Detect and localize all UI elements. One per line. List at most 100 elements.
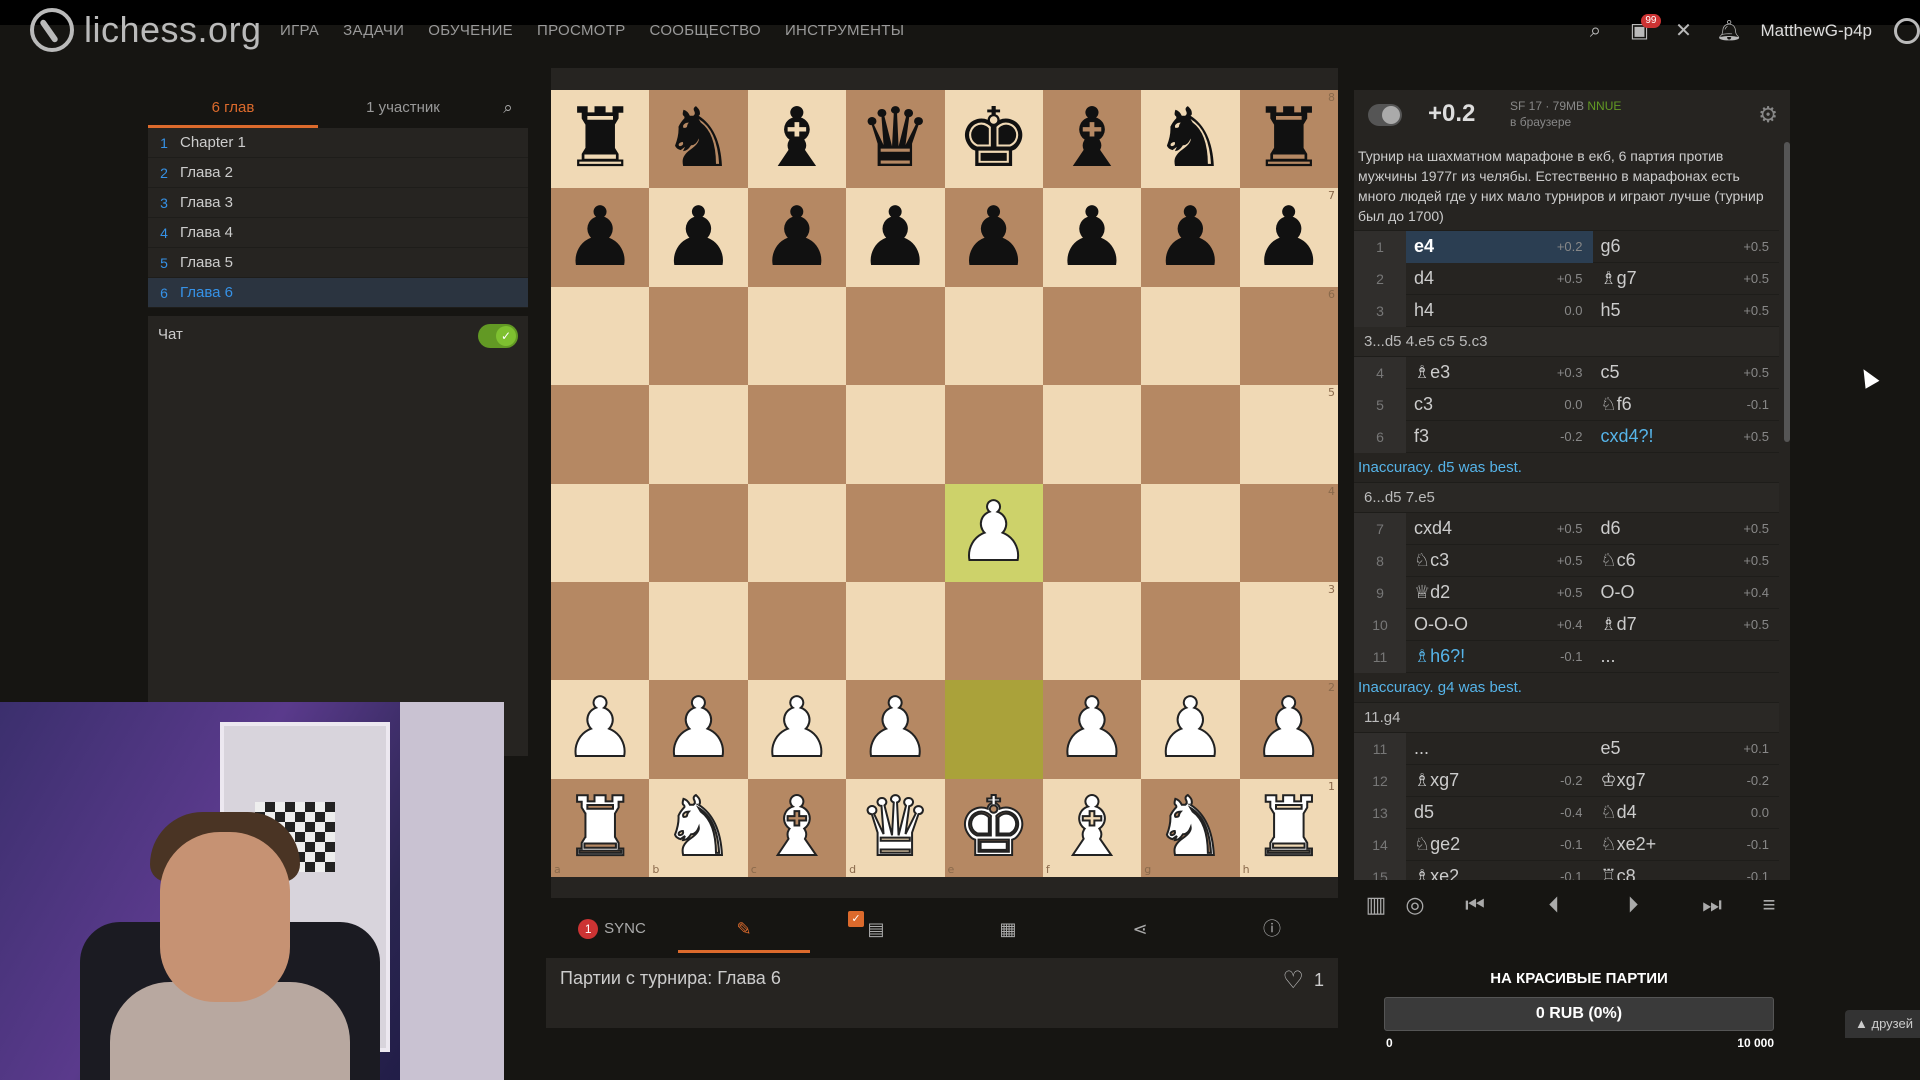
black-pawn-piece[interactable]: ♟ [1252,196,1326,279]
black-move[interactable]: ♗d7 +0.5 [1593,609,1780,641]
square-g4[interactable] [1141,483,1240,582]
black-pawn-piece[interactable]: ♟ [1055,196,1129,279]
square-e5[interactable] [944,385,1043,484]
black-pawn-piece[interactable]: ♟ [1154,196,1228,279]
last-move-icon[interactable]: ⏭ [1676,892,1748,918]
square-g3[interactable] [1141,581,1240,681]
square-e2[interactable] [944,680,1043,779]
square-e4[interactable]: ♟ [944,483,1043,582]
square-b1[interactable]: ♞ b [649,778,748,877]
black-bishop-piece[interactable]: ♝ [760,98,834,180]
site-logo[interactable]: lichess.org [30,8,262,52]
white-move[interactable]: ♗xg7 -0.2 [1406,765,1593,797]
square-f5[interactable] [1042,385,1142,484]
black-pawn-piece[interactable]: ♟ [760,196,834,279]
black-move[interactable]: O-O +0.4 [1593,577,1780,609]
white-bishop-piece[interactable]: ♝ [759,785,835,869]
square-c7[interactable]: ♟ [747,188,847,287]
black-pawn-piece[interactable]: ♟ [662,196,736,279]
square-g7[interactable]: ♟ [1141,188,1240,287]
square-b7[interactable]: ♟ [649,188,748,287]
square-d5[interactable] [846,385,945,484]
square-f6[interactable] [1042,286,1142,386]
black-move[interactable]: h5 +0.5 [1593,295,1780,327]
black-move[interactable]: g6 +0.5 [1593,231,1780,263]
chessboard[interactable]: ♜ ♞ ♝ ♛ ♚ ♝ ♞ ♜ 8 ♟ ♟ ♟ ♟ ♟ ♟ ♟ ♟ 7 6 5 ♟ 4 3 ♟ ♟ ♟ ♟ ♟ ♟ ♟ 2 ♜ a ♞ b ♝ c ♛ d ♚… [551,90,1338,877]
white-move[interactable]: f3 -0.2 [1406,421,1593,453]
white-move[interactable]: ♘c3 +0.5 [1406,545,1593,577]
black-rook-piece[interactable]: ♜ [1252,98,1326,180]
black-queen-piece[interactable]: ♛ [859,98,933,180]
black-king-piece[interactable]: ♚ [957,98,1031,180]
square-f4[interactable] [1042,483,1142,582]
nav-tools[interactable]: ИНСТРУМЕНТЫ [785,22,904,39]
white-move[interactable]: h4 0.0 [1406,295,1593,327]
white-rook-piece[interactable]: ♜ [1251,785,1327,869]
user-avatar[interactable] [1894,18,1920,44]
square-b8[interactable]: ♞ [649,90,748,189]
black-move[interactable]: e5 +0.1 [1593,733,1780,765]
white-pawn-piece[interactable]: ♟ [1251,687,1327,771]
chapter-item[interactable]: 4 Глава 4 [148,218,528,248]
square-h2[interactable]: ♟ 2 [1239,680,1338,779]
square-e3[interactable] [944,581,1043,681]
square-h6[interactable]: 6 [1239,286,1338,386]
share-icon[interactable]: ⋖ [1074,905,1206,953]
white-pawn-piece[interactable]: ♟ [858,687,934,771]
black-move[interactable]: d6 +0.5 [1593,513,1780,545]
white-move[interactable]: ♕d2 +0.5 [1406,577,1593,609]
black-move[interactable]: ♘d4 0.0 [1593,797,1780,829]
like-button[interactable]: ♡ 1 [1282,966,1324,995]
black-move[interactable]: cxd4?! +0.5 [1593,421,1780,453]
username[interactable]: MatthewG-p4p [1761,21,1873,41]
square-a6[interactable] [551,286,650,386]
square-g5[interactable] [1141,385,1240,484]
square-h1[interactable]: ♜ 1 h [1239,778,1338,877]
chapter-item[interactable]: 1 Chapter 1 [148,128,528,158]
square-b3[interactable] [649,581,748,681]
engine-toggle[interactable] [1368,104,1402,126]
square-e8[interactable]: ♚ [944,90,1043,189]
challenge-icon[interactable]: ▣ 99 [1629,14,1661,42]
friends-button[interactable]: ▲ друзей [1845,1010,1920,1038]
square-b5[interactable] [649,385,748,484]
square-f3[interactable] [1042,581,1142,681]
white-pawn-piece[interactable]: ♟ [956,490,1032,574]
white-move[interactable]: d4 +0.5 [1406,263,1593,295]
white-rook-piece[interactable]: ♜ [562,785,638,869]
white-queen-piece[interactable]: ♛ [858,785,934,869]
square-g1[interactable]: ♞ g [1141,778,1240,877]
tab-members[interactable]: 1 участник [318,92,488,128]
square-h5[interactable]: 5 [1239,385,1338,484]
sync-button[interactable]: 1 SYNC [546,905,678,953]
white-move[interactable]: c3 0.0 [1406,389,1593,421]
next-move-icon[interactable]: ⏵ [1590,892,1676,918]
square-a7[interactable]: ♟ [551,188,650,287]
square-f7[interactable]: ♟ [1042,188,1142,287]
square-d3[interactable] [846,581,945,681]
square-d6[interactable] [846,286,945,386]
gear-icon[interactable]: ⚙ [1758,102,1778,128]
white-pawn-piece[interactable]: ♟ [661,687,737,771]
nav-learn[interactable]: ОБУЧЕНИЕ [428,22,513,39]
search-icon[interactable]: ⌕ [1585,20,1607,42]
white-pawn-piece[interactable]: ♟ [562,687,638,771]
square-h4[interactable]: 4 [1239,483,1338,582]
black-move[interactable]: ♖c8 -0.1 [1593,861,1780,880]
square-d2[interactable]: ♟ [846,680,945,779]
book-icon[interactable]: ▥ [1354,892,1398,918]
info-icon[interactable]: ⓘ [1206,905,1338,953]
black-pawn-piece[interactable]: ♟ [859,196,933,279]
nav-play[interactable]: ИГРА [280,22,319,39]
chat-toggle[interactable] [478,324,518,348]
black-move[interactable]: ... [1593,641,1780,673]
first-move-icon[interactable]: ⏮ [1432,892,1518,918]
square-h7[interactable]: ♟ 7 [1239,188,1338,287]
square-f2[interactable]: ♟ [1042,680,1142,779]
white-pawn-piece[interactable]: ♟ [1153,687,1229,771]
white-pawn-piece[interactable]: ♟ [1054,687,1130,771]
square-b4[interactable] [649,483,748,582]
chapter-item[interactable]: 5 Глава 5 [148,248,528,278]
square-g6[interactable] [1141,286,1240,386]
variation-line[interactable]: 11.g4 [1354,702,1779,732]
